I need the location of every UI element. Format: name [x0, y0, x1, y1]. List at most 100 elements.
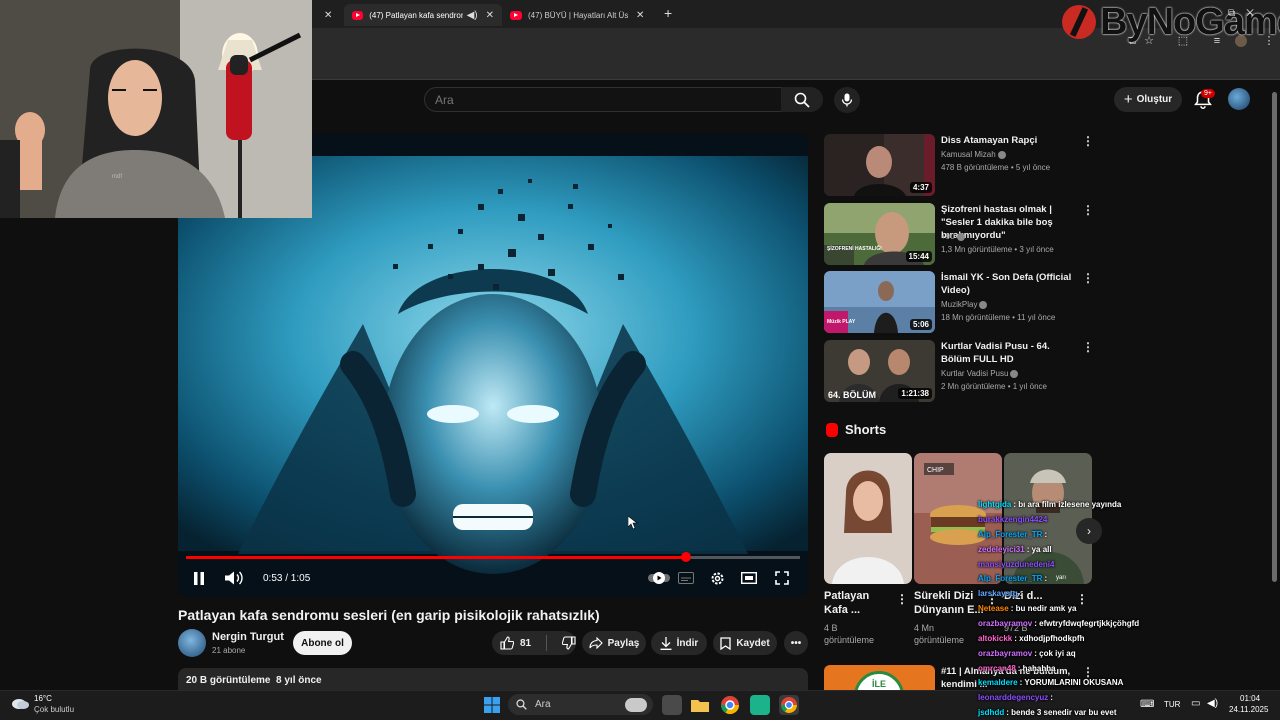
chrome-icon[interactable]	[720, 695, 740, 715]
clock-time[interactable]: 01:04	[1240, 694, 1260, 703]
recommendation-item[interactable]: 64. BÖLÜM 1:21:38 Kurtlar Vadisi Pusu - …	[824, 340, 1094, 404]
chat-message: kemaldere: YORUMLARINI OKUSANA	[978, 678, 1123, 687]
recommendation-title[interactable]: Diss Atamayan Rapçi	[941, 134, 1081, 147]
search-icon	[516, 699, 527, 710]
chat-message: burakkzengin4424	[978, 515, 1049, 524]
task-view-icon[interactable]	[662, 695, 682, 715]
webcam-overlay: mdf	[0, 0, 312, 218]
like-button[interactable]: 81	[500, 636, 531, 650]
more-vertical-icon[interactable]: ⋮	[1076, 592, 1088, 606]
recommendation-item[interactable]: Müzik PLAY 5:06 İsmail YK - Son Defa (Of…	[824, 271, 1094, 335]
recommendation-channel[interactable]: Kamusal Mizah	[941, 150, 1006, 159]
search-box[interactable]	[424, 87, 782, 112]
recommendation-meta: 1,3 Mn görüntüleme • 3 yıl önce	[941, 245, 1054, 254]
close-tab-icon[interactable]: ✕	[486, 10, 494, 21]
close-tab-icon[interactable]: ✕	[324, 10, 332, 21]
tab-close-partial[interactable]: ✕	[316, 4, 344, 26]
recommendation-thumbnail[interactable]: ŞİZOFRENİ HASTALIĞI 15:44	[824, 203, 935, 265]
app-icon[interactable]	[750, 695, 770, 715]
recommendation-channel[interactable]: Kurtlar Vadisi Pusu	[941, 369, 1019, 378]
page-scrollbar[interactable]	[1272, 92, 1277, 692]
more-vertical-icon[interactable]: ⋮	[1082, 665, 1094, 679]
thumbnail-text: ŞİZOFRENİ HASTALIĞI	[827, 244, 882, 252]
chat-user: lightgida	[978, 500, 1012, 509]
window-controls[interactable]: ⧉ ✕	[1228, 8, 1254, 19]
chat-user: leonarddegencyuz	[978, 693, 1049, 702]
search-button[interactable]	[781, 87, 823, 112]
video-duration: 4:37	[909, 182, 932, 193]
recommendation-item[interactable]: ŞİZOFRENİ HASTALIĞI 15:44 Şizofreni hast…	[824, 203, 1094, 267]
view-count: 20 B görüntüleme	[186, 675, 271, 686]
volume-button[interactable]	[225, 570, 243, 586]
search-input[interactable]	[425, 88, 781, 111]
fullscreen-button[interactable]	[775, 570, 789, 586]
more-vertical-icon[interactable]: ⋮	[1082, 271, 1094, 285]
keyboard-icon[interactable]: ⌨	[1140, 699, 1154, 710]
speaker-icon[interactable]: ◀)	[467, 10, 478, 21]
recommendation-title[interactable]: İsmail YK - Son Defa (Official Video)	[941, 271, 1081, 297]
shorts-next-button[interactable]: ›	[1076, 518, 1102, 544]
progress-bar[interactable]	[186, 552, 800, 562]
more-vertical-icon[interactable]: ⋮	[1082, 340, 1094, 354]
scrollbar-thumb[interactable]	[1272, 92, 1277, 582]
short-thumbnail[interactable]	[824, 453, 912, 584]
recommendation-thumbnail[interactable]: İLE	[824, 665, 935, 690]
recommendation-thumbnail[interactable]: 64. BÖLÜM 1:21:38	[824, 340, 935, 402]
dislike-button[interactable]	[562, 636, 576, 650]
search-icon	[794, 92, 810, 108]
thumbs-down-icon	[562, 636, 576, 650]
chrome-active-icon[interactable]	[779, 695, 799, 715]
pause-button[interactable]	[193, 570, 205, 586]
recommendation-thumbnail[interactable]: 4:37	[824, 134, 935, 196]
network-icon[interactable]: ▭	[1191, 698, 1200, 709]
subscribe-button[interactable]: Abone ol	[293, 631, 352, 655]
theater-mode-button[interactable]	[741, 570, 757, 586]
weather-temperature[interactable]: 16°C	[34, 694, 52, 703]
new-tab-button[interactable]: +	[664, 5, 672, 21]
short-title[interactable]: Patlayan Kafa ...	[824, 589, 894, 617]
share-button[interactable]: Paylaş	[582, 631, 646, 655]
speaker-icon[interactable]: ◀)	[1207, 698, 1218, 709]
more-vertical-icon[interactable]: ⋮	[1082, 203, 1094, 217]
recommendation-channel[interactable]: +90	[941, 232, 965, 241]
tab-inactive[interactable]: (47) BÜYÜ | Hayatları Alt Üst Ed ✕	[502, 4, 658, 26]
time-display: 0:53 / 1:05	[263, 572, 311, 584]
download-button[interactable]: İndir	[651, 631, 707, 655]
file-explorer-icon[interactable]	[690, 695, 710, 715]
subtitles-button[interactable]	[678, 570, 694, 586]
recommendation-item[interactable]: 4:37 Diss Atamayan Rapçi Kamusal Mizah 4…	[824, 134, 1094, 198]
taskbar-search[interactable]: Ara	[508, 694, 653, 715]
voice-search-button[interactable]	[834, 87, 860, 113]
gear-icon	[711, 572, 724, 584]
chat-text: : bu nedir amk ya	[1010, 604, 1077, 613]
input-language[interactable]: TUR	[1164, 700, 1180, 709]
close-tab-icon[interactable]: ✕	[636, 10, 644, 21]
cloud-weather-icon[interactable]	[10, 695, 30, 711]
clock-date[interactable]: 24.11.2025	[1229, 705, 1268, 714]
settings-button[interactable]	[710, 570, 725, 586]
plus-icon: +	[1123, 91, 1133, 108]
short-title[interactable]: Sürekli Dizi Dünyanın E...	[914, 589, 984, 617]
create-button[interactable]: + Oluştur	[1114, 87, 1182, 112]
recommendation-channel[interactable]: MuzikPlay	[941, 300, 988, 309]
subscriber-count: 21 abone	[212, 646, 246, 655]
weather-description[interactable]: Çok bulutlu	[34, 705, 74, 714]
more-vertical-icon[interactable]: ⋮	[896, 592, 908, 606]
channel-name[interactable]: Nergin Turgut	[212, 631, 284, 643]
start-button[interactable]	[482, 695, 502, 715]
more-vertical-icon[interactable]: ⋮	[1082, 134, 1094, 148]
user-avatar[interactable]	[1228, 88, 1250, 110]
chat-user: altokickk	[978, 634, 1013, 643]
chat-message: Alp_Forester_TR:	[978, 574, 1047, 583]
recommendation-title[interactable]: Kurtlar Vadisi Pusu - 64. Bölüm FULL HD	[941, 340, 1081, 366]
channel-avatar[interactable]	[178, 629, 206, 657]
mouse-cursor-icon	[628, 516, 638, 530]
save-button[interactable]: Kaydet	[713, 631, 777, 655]
autoplay-toggle[interactable]	[648, 570, 670, 586]
theater-icon	[741, 572, 757, 584]
more-actions-button[interactable]: •••	[784, 631, 808, 655]
recommendation-thumbnail[interactable]: Müzik PLAY 5:06	[824, 271, 935, 333]
verified-icon	[997, 150, 1006, 159]
tab-active[interactable]: (47) Patlayan kafa sendrom ◀) ✕	[344, 4, 502, 26]
recommendation-meta: 18 Mn görüntüleme • 11 yıl önce	[941, 313, 1056, 322]
